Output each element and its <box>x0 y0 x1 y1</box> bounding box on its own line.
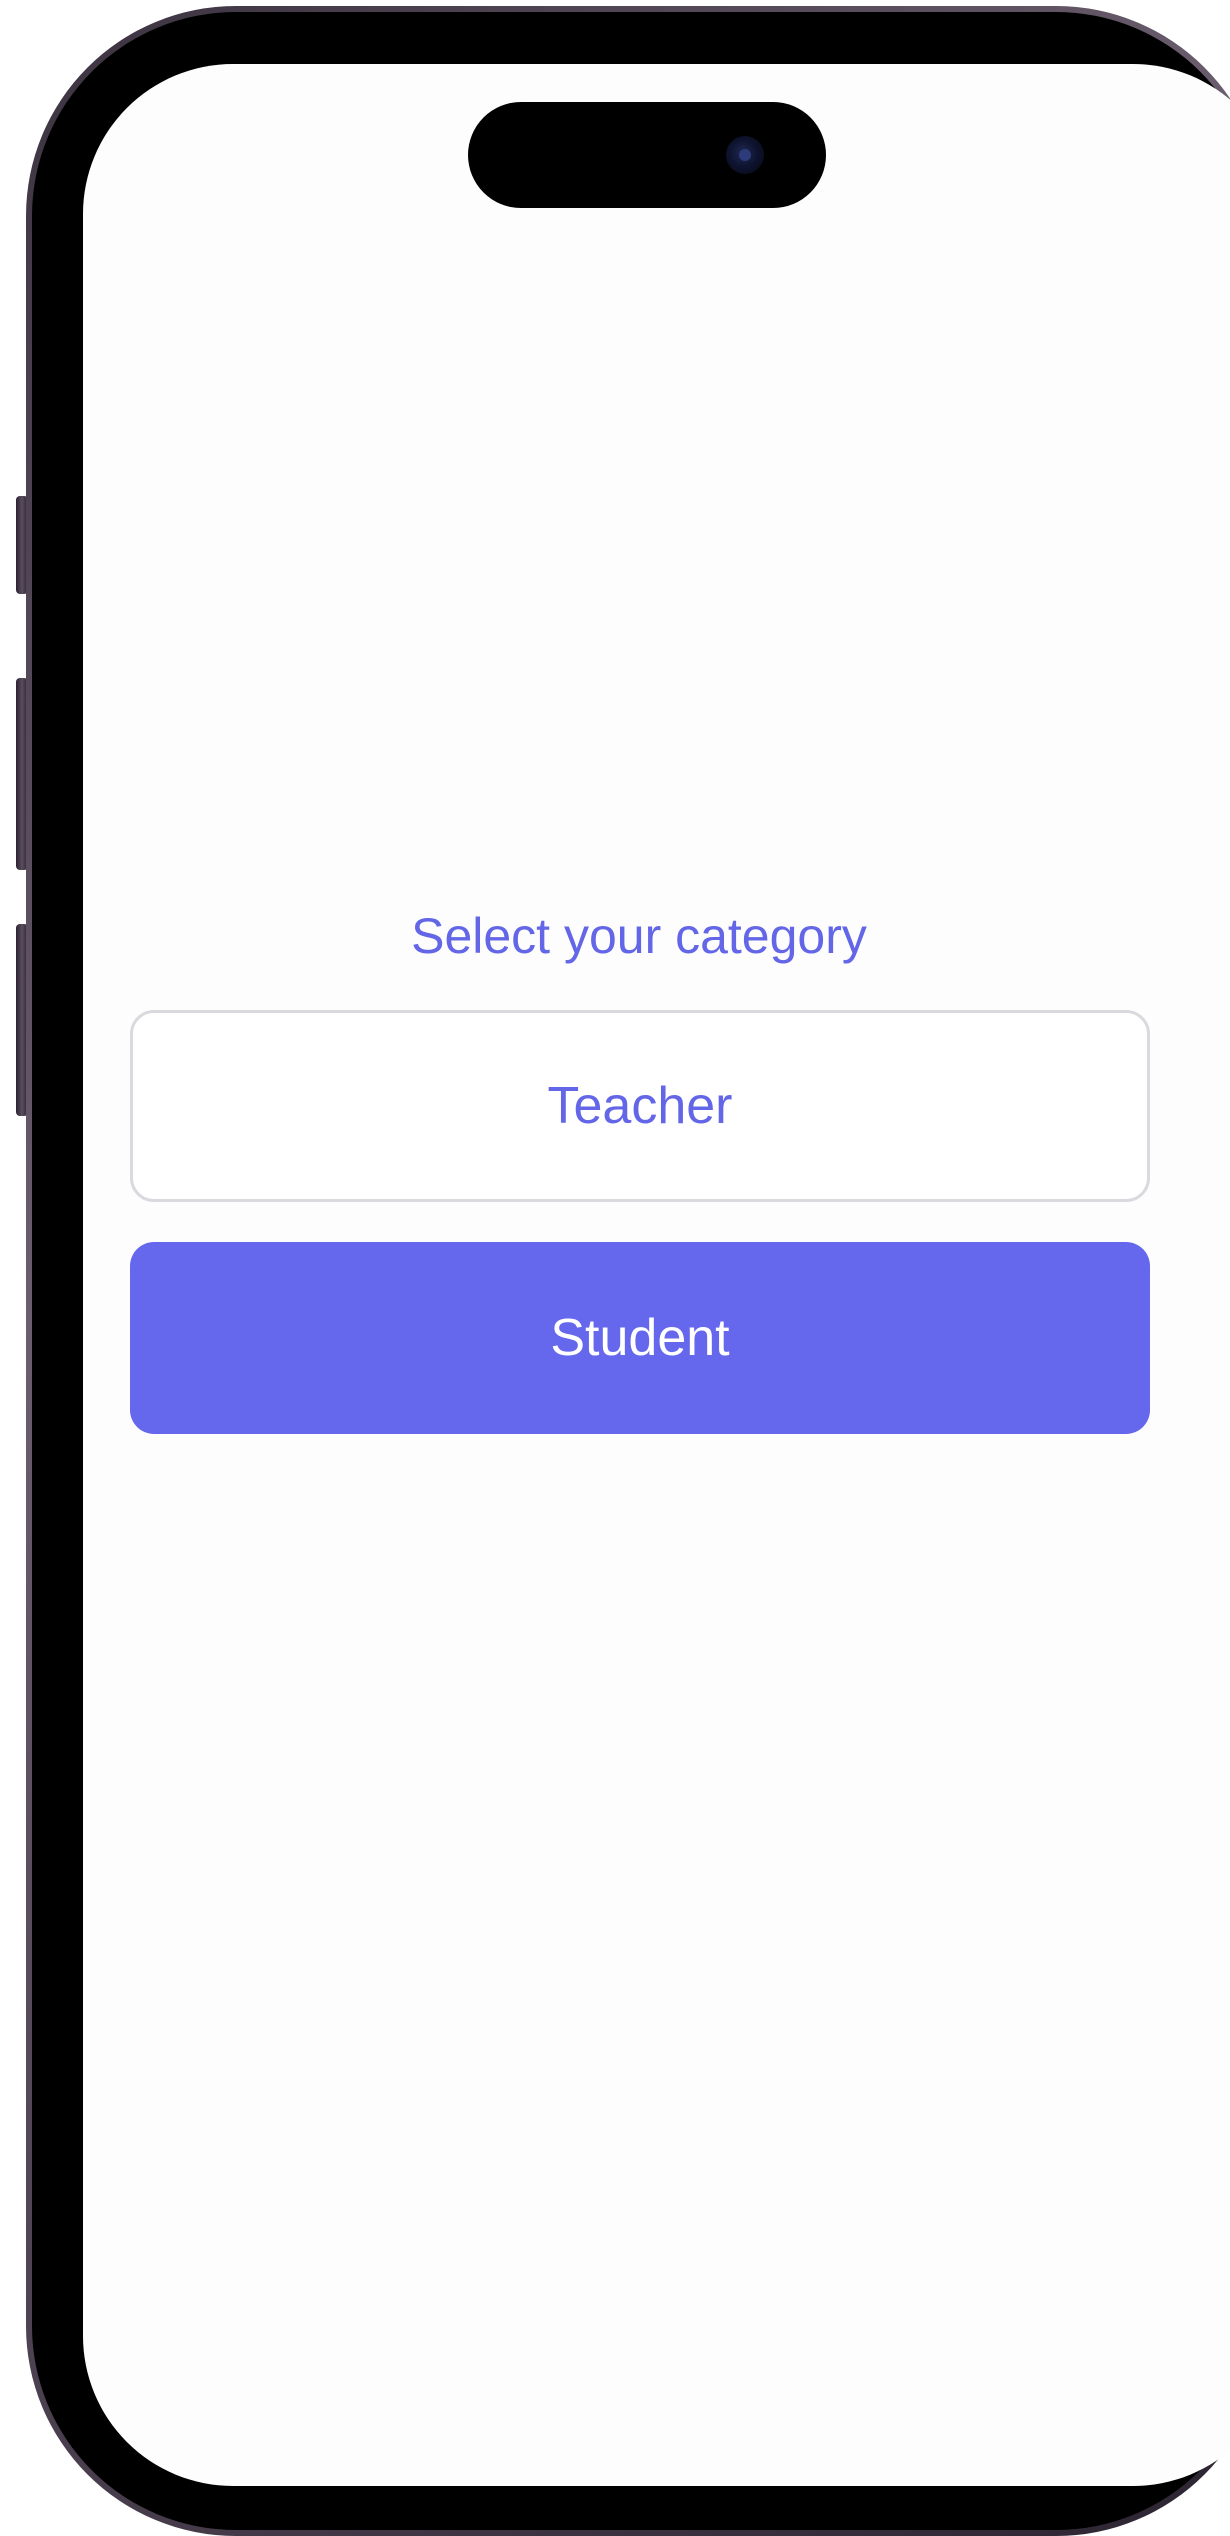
dynamic-island <box>468 102 826 208</box>
camera-lens <box>739 149 751 161</box>
student-button[interactable]: Student <box>130 1242 1150 1434</box>
student-button-label: Student <box>550 1309 730 1367</box>
device-mockup: Select your category Teacher Student <box>0 0 1230 2536</box>
teacher-button-label: Teacher <box>547 1077 733 1135</box>
teacher-button[interactable]: Teacher <box>130 1010 1150 1202</box>
camera-icon <box>726 136 764 174</box>
category-title: Select your category <box>411 908 867 964</box>
